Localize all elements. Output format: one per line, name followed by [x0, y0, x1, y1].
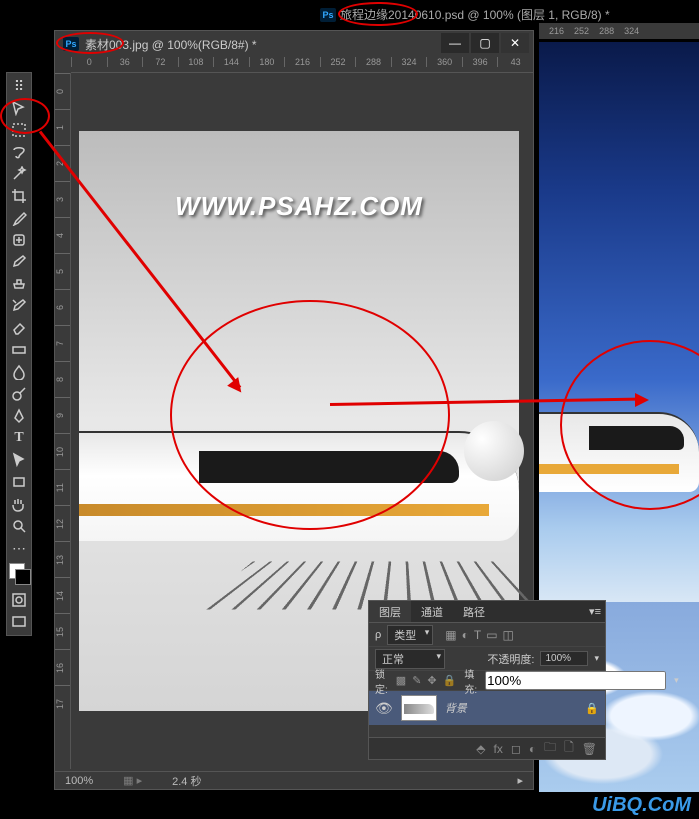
- filter-adjustment-icon[interactable]: ◐: [462, 628, 469, 642]
- minimize-button[interactable]: —: [441, 33, 469, 53]
- path-selection-tool[interactable]: [7, 449, 31, 471]
- chevron-down-icon[interactable]: ▾: [594, 653, 599, 664]
- opacity-input[interactable]: [540, 651, 588, 666]
- history-brush-tool[interactable]: [7, 295, 31, 317]
- group-icon[interactable]: 🗀: [544, 738, 556, 759]
- document-title: 素材003.jpg @ 100%(RGB/8#) *: [85, 36, 257, 53]
- maximize-button[interactable]: ▢: [471, 33, 499, 53]
- status-bar: 100% ▦ ▸ 2.4 秒 ▸: [55, 771, 533, 789]
- lock-pixels-icon[interactable]: ✎: [412, 674, 421, 687]
- tab-layers[interactable]: 图层: [369, 601, 411, 622]
- tools-panel: ⠿ T ⋯: [6, 72, 32, 636]
- filter-shape-icon[interactable]: ▭: [486, 628, 497, 642]
- layers-panel: 图层 通道 路径 ▾≡ ρ 类型 ▦ ◐ T ▭ ◫ 正常 不透明度: ▾ 锁定…: [368, 600, 606, 760]
- color-swatches[interactable]: [9, 563, 29, 585]
- filter-kind-dropdown[interactable]: 类型: [387, 625, 433, 645]
- watermark-text: WWW.PSAHZ.COM: [175, 191, 423, 222]
- main-document-tab[interactable]: 旅程边缘20140610.psd @ 100% (图层 1, RGB/8) *: [340, 6, 610, 23]
- gradient-tool[interactable]: [7, 339, 31, 361]
- tab-channels[interactable]: 通道: [411, 601, 453, 622]
- opacity-label: 不透明度:: [487, 651, 534, 667]
- filter-pixel-icon[interactable]: ▦: [445, 628, 456, 642]
- layer-row[interactable]: 👁 背景 🔒: [369, 691, 605, 725]
- layer-style-icon[interactable]: fx: [494, 742, 503, 756]
- dodge-tool[interactable]: [7, 383, 31, 405]
- new-layer-icon[interactable]: 🗋: [564, 738, 574, 759]
- magic-wand-tool[interactable]: [7, 163, 31, 185]
- rectangle-tool[interactable]: [7, 471, 31, 493]
- quick-mask-toggle[interactable]: [7, 589, 31, 611]
- photoshop-icon: Ps: [320, 8, 336, 22]
- eraser-tool[interactable]: [7, 317, 31, 339]
- brush-tool[interactable]: [7, 251, 31, 273]
- train-graphic-right: [539, 392, 699, 502]
- zoom-level[interactable]: 100%: [65, 775, 93, 787]
- panel-grip[interactable]: ⠿: [7, 75, 31, 97]
- background-color[interactable]: [15, 569, 31, 585]
- lasso-tool[interactable]: [7, 141, 31, 163]
- visibility-eye-icon[interactable]: 👁: [375, 700, 393, 717]
- chevron-down-icon[interactable]: ▾: [674, 675, 679, 686]
- fill-label: 填充:: [464, 666, 477, 696]
- train-graphic: [79, 381, 519, 581]
- lock-icon: 🔒: [585, 702, 599, 715]
- lock-label: 锁定:: [375, 666, 388, 696]
- tab-paths[interactable]: 路径: [453, 601, 495, 622]
- layer-name[interactable]: 背景: [445, 700, 467, 716]
- photoshop-icon: Ps: [63, 37, 79, 51]
- ruler-horizontal-main: 216252288324: [539, 23, 699, 39]
- lock-position-icon[interactable]: ✥: [427, 674, 436, 687]
- lock-all-icon[interactable]: 🔒: [443, 674, 457, 687]
- eyedropper-tool[interactable]: [7, 207, 31, 229]
- close-button[interactable]: ✕: [501, 33, 529, 53]
- marquee-tool[interactable]: [7, 119, 31, 141]
- zoom-tool[interactable]: [7, 515, 31, 537]
- adjustment-layer-icon[interactable]: ◐: [529, 742, 536, 756]
- link-layers-icon[interactable]: ⬘: [476, 742, 485, 756]
- filter-smart-icon[interactable]: ◫: [503, 628, 514, 642]
- ruler-vertical: 01234567891011121314151617: [55, 73, 71, 769]
- healing-brush-tool[interactable]: [7, 229, 31, 251]
- blend-mode-dropdown[interactable]: 正常: [375, 649, 445, 669]
- crop-tool[interactable]: [7, 185, 31, 207]
- layer-mask-icon[interactable]: ◻: [511, 742, 521, 756]
- filter-type-icon[interactable]: T: [474, 628, 481, 642]
- delete-layer-icon[interactable]: 🗑: [582, 742, 597, 756]
- search-icon: ρ: [375, 629, 381, 641]
- pen-tool[interactable]: [7, 405, 31, 427]
- clone-stamp-tool[interactable]: [7, 273, 31, 295]
- ruler-horizontal: 0367210814418021625228832436039643: [71, 57, 533, 73]
- watermark-uibq: UiBQ.CoM: [592, 794, 691, 817]
- layer-thumbnail[interactable]: [401, 695, 437, 721]
- move-tool[interactable]: [7, 97, 31, 119]
- lock-transparency-icon[interactable]: ▩: [396, 674, 406, 687]
- more-tools[interactable]: ⋯: [7, 537, 31, 559]
- blur-tool[interactable]: [7, 361, 31, 383]
- type-tool[interactable]: T: [7, 427, 31, 449]
- fill-input[interactable]: [485, 671, 666, 690]
- panel-menu-icon[interactable]: ▾≡: [589, 605, 601, 618]
- screen-mode-toggle[interactable]: [7, 611, 31, 633]
- hand-tool[interactable]: [7, 493, 31, 515]
- status-timing: 2.4 秒: [172, 773, 201, 789]
